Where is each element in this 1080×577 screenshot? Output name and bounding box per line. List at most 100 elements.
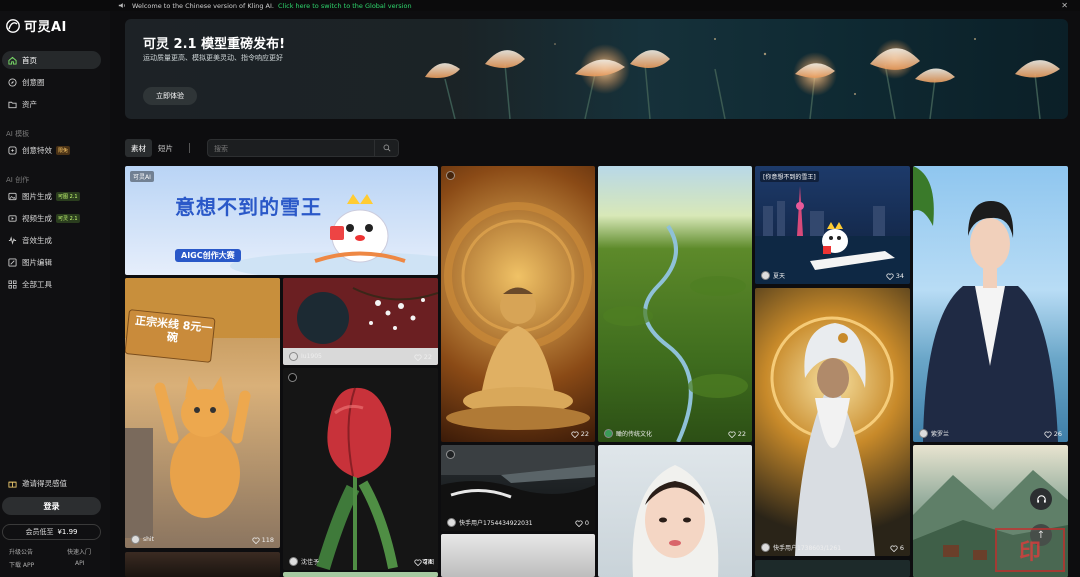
play-icon bbox=[446, 450, 455, 459]
gallery-card-snow-garden[interactable]: Iu1905 22 bbox=[283, 278, 438, 365]
speaker-icon bbox=[118, 3, 125, 8]
member-price: ¥1.99 bbox=[57, 528, 78, 536]
corner-watermark-stamp: 印 bbox=[995, 528, 1065, 572]
author-name: 紫罗兰 bbox=[931, 431, 950, 438]
close-icon[interactable]: ✕ bbox=[1061, 1, 1068, 10]
brand-tag: 可灵AI bbox=[130, 171, 154, 182]
tab-shorts[interactable]: 短片 bbox=[152, 139, 179, 157]
sidebar-item-label: 创意特效 bbox=[22, 145, 52, 155]
sidebar-item-all-tools[interactable]: 全部工具 bbox=[2, 275, 101, 293]
play-icon bbox=[288, 373, 297, 382]
like-count[interactable]: 22 bbox=[571, 430, 589, 438]
gallery-card-partial[interactable] bbox=[441, 534, 595, 577]
divider bbox=[189, 143, 190, 153]
like-count[interactable]: 26 bbox=[1044, 430, 1062, 438]
heart-icon bbox=[414, 558, 422, 566]
tab-materials[interactable]: 素材 bbox=[125, 139, 152, 157]
avatar bbox=[761, 271, 770, 280]
card-author: 夏天 bbox=[761, 271, 785, 280]
like-count[interactable]: 22 bbox=[728, 430, 746, 438]
sidebar-item-label: 资产 bbox=[22, 99, 37, 109]
customer-service-button[interactable] bbox=[1030, 488, 1052, 510]
gallery-card-cat[interactable]: 正宗米线 8元一碗 shit 118 bbox=[125, 278, 280, 548]
banner-title: 可灵 2.1 模型重磅发布! bbox=[143, 37, 286, 52]
invite-link[interactable]: 邀请得灵感值 bbox=[2, 476, 101, 490]
gallery-card-city-snowman[interactable]: [你意想不到的雪王] 夏天 34 bbox=[755, 166, 910, 284]
invite-label: 邀请得灵感值 bbox=[22, 478, 67, 488]
gallery-card-partial[interactable] bbox=[283, 572, 438, 577]
promo-banner[interactable]: 可灵 2.1 模型重磅发布! 运动质量更高、模拟更美灵动、指令响应更好 立即体验 bbox=[125, 19, 1068, 119]
brand-logo[interactable]: 可灵AI bbox=[5, 16, 67, 35]
card-author: Iu1905 bbox=[289, 352, 322, 361]
sidebar-item-image-edit[interactable]: 图片编辑 bbox=[2, 253, 101, 271]
sidebar-item-home[interactable]: 首页 bbox=[2, 51, 101, 69]
like-count[interactable]: 118 bbox=[251, 536, 274, 544]
author-name: 沈佳予 bbox=[301, 559, 320, 566]
heart-icon bbox=[886, 272, 894, 280]
gallery-card-sage[interactable]: 快手用户1738603/1261 6 bbox=[755, 288, 910, 556]
heart-icon bbox=[575, 519, 583, 527]
search-box bbox=[207, 139, 399, 157]
kling-logo-icon bbox=[6, 18, 20, 33]
gallery-card-snow-king[interactable]: 可灵AI 意想不到的雪王 AIGC创作大赛 bbox=[125, 166, 438, 275]
gallery-card-rice-field[interactable]: 瞰的传统文化 22 bbox=[598, 166, 752, 442]
model-badge: 可灵 2.1 bbox=[56, 213, 80, 223]
glowing-flowers-illustration bbox=[425, 38, 1060, 119]
sidebar-item-audio-gen[interactable]: 音效生成 bbox=[2, 231, 101, 249]
free-badge: 限免 bbox=[56, 145, 71, 155]
member-label: 会员低至 bbox=[25, 528, 54, 536]
grid-icon bbox=[8, 279, 17, 289]
author-name: Iu1905 bbox=[301, 353, 322, 360]
gallery-card-buddha[interactable]: 22 bbox=[441, 166, 595, 442]
sidebar-item-image-gen[interactable]: 图片生成 可图 2.1 bbox=[2, 187, 101, 205]
like-count[interactable]: 22 bbox=[414, 353, 432, 361]
gallery-card-girl[interactable] bbox=[598, 445, 752, 577]
author-name: 快手用户1738603/1261 bbox=[773, 545, 842, 552]
heart-icon bbox=[571, 430, 579, 438]
avatar bbox=[761, 543, 770, 552]
like-count[interactable]: 0 bbox=[575, 519, 589, 527]
image-icon bbox=[8, 192, 17, 200]
like-count[interactable]: 6 bbox=[890, 544, 904, 552]
video-icon bbox=[8, 214, 17, 222]
switch-global-link[interactable]: Click here to switch to the Global versi… bbox=[278, 2, 412, 10]
kolors-watermark: 可图 bbox=[421, 559, 434, 566]
footer-link-api[interactable]: API bbox=[75, 560, 85, 567]
sidebar-item-label: 音效生成 bbox=[22, 235, 52, 245]
login-button[interactable]: 登录 bbox=[2, 497, 101, 515]
gallery-card-beach[interactable]: 快手用户1754434922031 0 bbox=[441, 445, 595, 531]
avatar bbox=[447, 518, 456, 527]
try-now-button[interactable]: 立即体验 bbox=[143, 87, 197, 105]
gift-icon bbox=[8, 481, 17, 488]
gallery-card-tulip[interactable]: 沈佳予 24 可图 bbox=[283, 368, 438, 570]
model-badge: 可图 2.1 bbox=[56, 191, 80, 201]
search-input[interactable] bbox=[214, 143, 374, 154]
section-label-templates: AI 模板 bbox=[6, 130, 30, 138]
avatar bbox=[289, 352, 298, 361]
heart-icon bbox=[1044, 430, 1052, 438]
sidebar-item-effects[interactable]: 创意特效 限免 bbox=[2, 141, 101, 159]
avatar bbox=[131, 535, 140, 544]
sidebar-item-label: 视频生成 bbox=[22, 213, 52, 223]
footer-link-quickstart[interactable]: 快速入门 bbox=[67, 547, 91, 556]
banner-subtitle: 运动质量更高、模拟更美灵动、指令响应更好 bbox=[143, 54, 283, 62]
footer-link-download-app[interactable]: 下载 APP bbox=[9, 560, 34, 569]
footer-link-updates[interactable]: 升级公告 bbox=[9, 547, 33, 556]
sidebar: 可灵AI 首页 创意圈 资产 AI 模板 创意特效 限免 AI 创作 图片生成 … bbox=[0, 11, 110, 577]
sidebar-item-assets[interactable]: 资产 bbox=[2, 95, 101, 113]
gallery-card-partial[interactable] bbox=[125, 552, 280, 577]
search-button[interactable] bbox=[374, 140, 398, 156]
notice-bar: Welcome to the Chinese version of Kling … bbox=[0, 0, 1080, 11]
like-count[interactable]: 34 bbox=[886, 272, 904, 280]
sidebar-item-label: 图片编辑 bbox=[22, 257, 52, 267]
member-offer-button[interactable]: 会员低至 ¥1.99 bbox=[2, 524, 101, 540]
headset-icon bbox=[1036, 494, 1046, 503]
gallery-card-man[interactable]: 紫罗兰 26 bbox=[913, 166, 1068, 442]
sparkle-icon bbox=[8, 145, 17, 155]
author-name: 瞰的传统文化 bbox=[616, 431, 653, 438]
sidebar-item-community[interactable]: 创意圈 bbox=[2, 73, 101, 91]
edit-icon bbox=[8, 257, 17, 267]
sidebar-item-video-gen[interactable]: 视频生成 可灵 2.1 bbox=[2, 209, 101, 227]
compass-icon bbox=[8, 77, 17, 87]
gallery-card-partial[interactable] bbox=[755, 560, 910, 577]
